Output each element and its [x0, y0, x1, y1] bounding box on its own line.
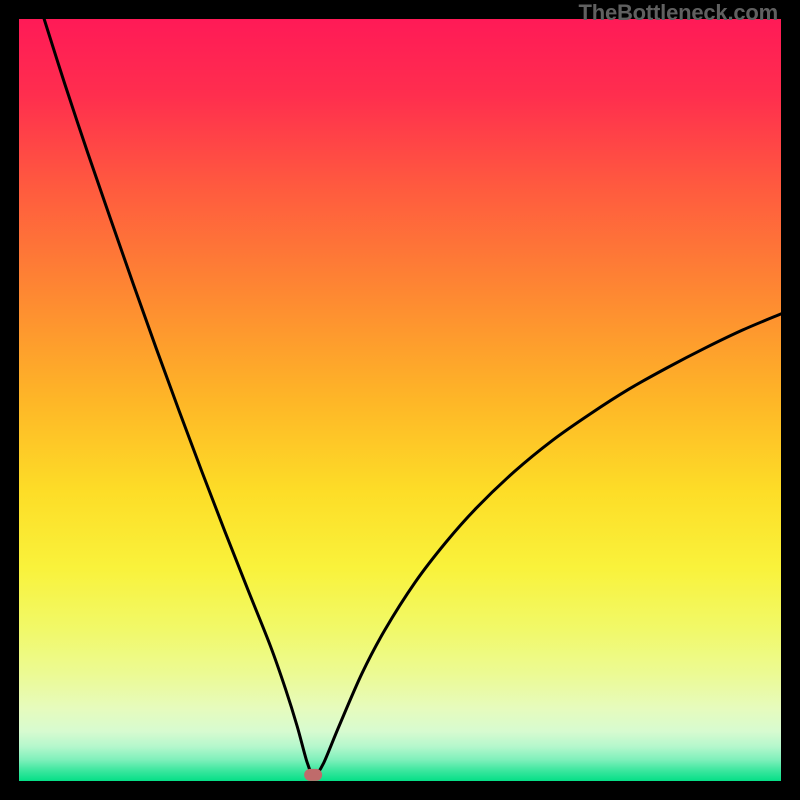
watermark-text: TheBottleneck.com [578, 0, 778, 26]
vertex-marker [304, 769, 322, 781]
marker-layer [19, 19, 781, 781]
chart-frame [19, 19, 781, 781]
